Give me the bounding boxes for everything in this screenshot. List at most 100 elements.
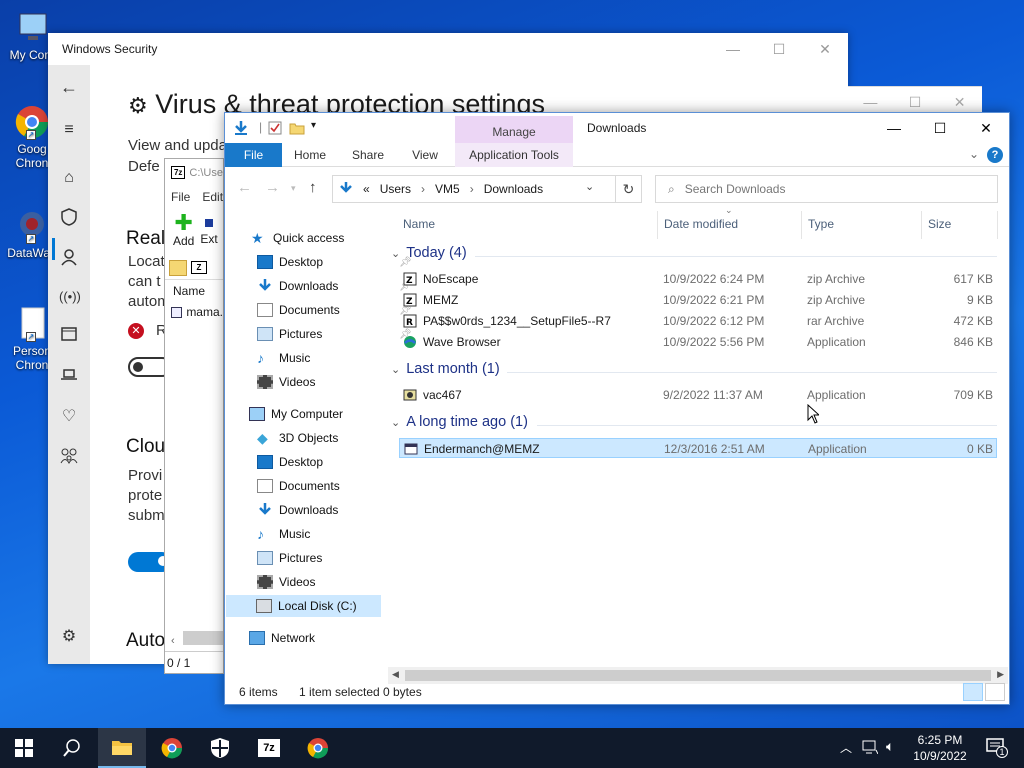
- breadcrumb-downloads[interactable]: Downloads: [484, 182, 543, 196]
- datawag-icon: ↗: [14, 208, 50, 244]
- chevron-down-icon[interactable]: ⌄: [969, 147, 979, 161]
- family-options-icon[interactable]: [59, 448, 79, 468]
- tab-application-tools[interactable]: Application Tools: [455, 143, 573, 167]
- back-button[interactable]: ←: [237, 179, 252, 196]
- nav-quick-downloads[interactable]: Downloads 📌︎: [257, 275, 412, 297]
- account-icon[interactable]: [59, 248, 79, 268]
- svg-text:Z: Z: [406, 276, 413, 286]
- start-button[interactable]: [0, 728, 48, 768]
- action-center-button[interactable]: 1: [986, 737, 1008, 760]
- back-arrow-icon[interactable]: ←: [59, 77, 79, 97]
- list-item[interactable]: mama.: [165, 302, 223, 322]
- tab-view[interactable]: View: [401, 143, 449, 167]
- nav-my-computer[interactable]: My Computer: [249, 403, 343, 425]
- app-browser-control-icon[interactable]: [59, 327, 79, 347]
- search-button[interactable]: [48, 728, 96, 768]
- network-status-icon[interactable]: [862, 740, 879, 757]
- nav-quick-music[interactable]: ♪ Music: [257, 347, 310, 369]
- customize-qat-icon[interactable]: ▾: [311, 120, 327, 136]
- nav-documents[interactable]: Documents: [257, 475, 340, 497]
- network-icon: [249, 631, 265, 645]
- scrollbar-thumb[interactable]: [183, 631, 223, 645]
- minimize-button[interactable]: —: [871, 113, 917, 143]
- file-row[interactable]: R PA$$w0rds_1234__SetupFile5--R7 10/9/20…: [399, 311, 997, 331]
- device-security-icon[interactable]: [59, 367, 79, 387]
- close-button[interactable]: ✕: [802, 33, 848, 65]
- properties-icon[interactable]: [267, 120, 283, 136]
- breadcrumb-vm5[interactable]: VM5: [435, 182, 460, 196]
- volume-icon[interactable]: 🔈︎: [886, 738, 894, 755]
- forward-button[interactable]: →: [265, 179, 280, 196]
- file-row[interactable]: vac467 9/2/2022 11:37 AM Application 709…: [399, 385, 997, 405]
- group-header-today[interactable]: ⌄ Today (4): [391, 245, 467, 261]
- nav-quick-videos[interactable]: Videos: [257, 371, 315, 393]
- nav-quick-pictures[interactable]: Pictures 📌︎: [257, 323, 412, 345]
- menu-file[interactable]: File: [171, 190, 190, 204]
- nav-quick-desktop[interactable]: Desktop 📌︎: [257, 251, 412, 273]
- nav-local-disk[interactable]: Local Disk (C:): [226, 595, 381, 617]
- menu-edit[interactable]: Edit: [202, 190, 223, 204]
- nav-3d-objects[interactable]: ◆ 3D Objects: [257, 427, 338, 449]
- breadcrumb-users[interactable]: Users: [380, 182, 411, 196]
- home-icon[interactable]: ⌂: [59, 168, 79, 188]
- device-health-icon[interactable]: ♡: [59, 407, 79, 427]
- taskbar-file-explorer[interactable]: [98, 728, 146, 768]
- add-button[interactable]: ✚ Add: [173, 208, 194, 256]
- tab-file[interactable]: File: [225, 143, 282, 167]
- column-header-name[interactable]: Name: [165, 280, 223, 302]
- maximize-button[interactable]: ☐: [917, 113, 963, 143]
- nav-videos[interactable]: Videos: [257, 571, 315, 593]
- taskbar-7zip[interactable]: 7z: [245, 728, 293, 768]
- tab-home[interactable]: Home: [285, 143, 335, 167]
- scroll-left-icon[interactable]: ‹: [171, 635, 175, 647]
- nav-quick-documents[interactable]: Documents 📌︎: [257, 299, 412, 321]
- download-arrow-icon: [257, 503, 273, 517]
- column-header-date-modified[interactable]: Date modified: [664, 217, 738, 231]
- scroll-right-icon[interactable]: ▶: [997, 669, 1004, 680]
- nav-music[interactable]: ♪ Music: [257, 523, 310, 545]
- help-icon[interactable]: ?: [987, 147, 1003, 163]
- refresh-button[interactable]: ↻: [615, 175, 641, 203]
- hamburger-menu-icon[interactable]: ≡: [59, 120, 79, 140]
- tab-share[interactable]: Share: [343, 143, 393, 167]
- nav-pictures[interactable]: Pictures: [257, 547, 322, 569]
- nav-quick-access[interactable]: ★ Quick access: [251, 227, 344, 249]
- nav-downloads[interactable]: Downloads: [257, 499, 338, 521]
- nav-network[interactable]: Network: [249, 627, 315, 649]
- up-button[interactable]: ↑: [309, 179, 317, 196]
- minimize-button[interactable]: —: [710, 33, 756, 65]
- address-dropdown-icon[interactable]: ⌄: [585, 180, 594, 193]
- show-hidden-icons-chevron-icon[interactable]: ︿: [840, 739, 852, 756]
- close-button[interactable]: ✕: [963, 113, 1009, 143]
- search-input[interactable]: ⌕ Search Downloads: [655, 175, 998, 203]
- address-bar[interactable]: « Users › VM5 › Downloads: [332, 175, 642, 203]
- maximize-button[interactable]: ☐: [756, 33, 802, 65]
- firewall-network-icon[interactable]: ((•)): [59, 287, 81, 307]
- clock[interactable]: 6:25 PM 10/9/2022: [900, 732, 980, 764]
- taskbar-chrome[interactable]: [148, 728, 196, 768]
- settings-gear-icon[interactable]: ⚙: [59, 627, 79, 647]
- details-view-button[interactable]: [963, 683, 983, 701]
- file-row[interactable]: Wave Browser 10/9/2022 5:56 PM Applicati…: [399, 332, 997, 352]
- scroll-left-icon[interactable]: ◀: [392, 669, 399, 680]
- group-header-last-month[interactable]: ⌄ Last month (1): [391, 361, 500, 377]
- large-icons-view-button[interactable]: [985, 683, 1005, 701]
- download-arrow-icon: [233, 120, 249, 136]
- shield-icon[interactable]: [59, 208, 79, 228]
- file-row[interactable]: Z MEMZ 10/9/2022 6:21 PM zip Archive 9 K…: [399, 290, 997, 310]
- new-folder-icon[interactable]: [289, 120, 305, 136]
- nav-desktop[interactable]: Desktop: [257, 451, 323, 473]
- breadcrumb-overflow[interactable]: «: [363, 182, 370, 196]
- taskbar-chrome-2[interactable]: [294, 728, 342, 768]
- column-header-type[interactable]: Type: [808, 217, 834, 231]
- column-header-name[interactable]: Name: [403, 217, 435, 231]
- taskbar-windows-security[interactable]: [196, 728, 244, 768]
- recent-locations-icon[interactable]: ▾: [291, 183, 296, 194]
- mouse-cursor-icon: [807, 403, 821, 424]
- column-header-size[interactable]: Size: [928, 217, 951, 231]
- group-header-long-time-ago[interactable]: ⌄ A long time ago (1): [391, 414, 528, 430]
- file-row-selected[interactable]: Endermanch@MEMZ 12/3/2016 2:51 AM Applic…: [399, 438, 997, 458]
- extract-button[interactable]: Ext: [200, 208, 218, 256]
- file-row[interactable]: Z NoEscape 10/9/2022 6:24 PM zip Archive…: [399, 269, 997, 289]
- folder-up-icon[interactable]: [169, 259, 187, 276]
